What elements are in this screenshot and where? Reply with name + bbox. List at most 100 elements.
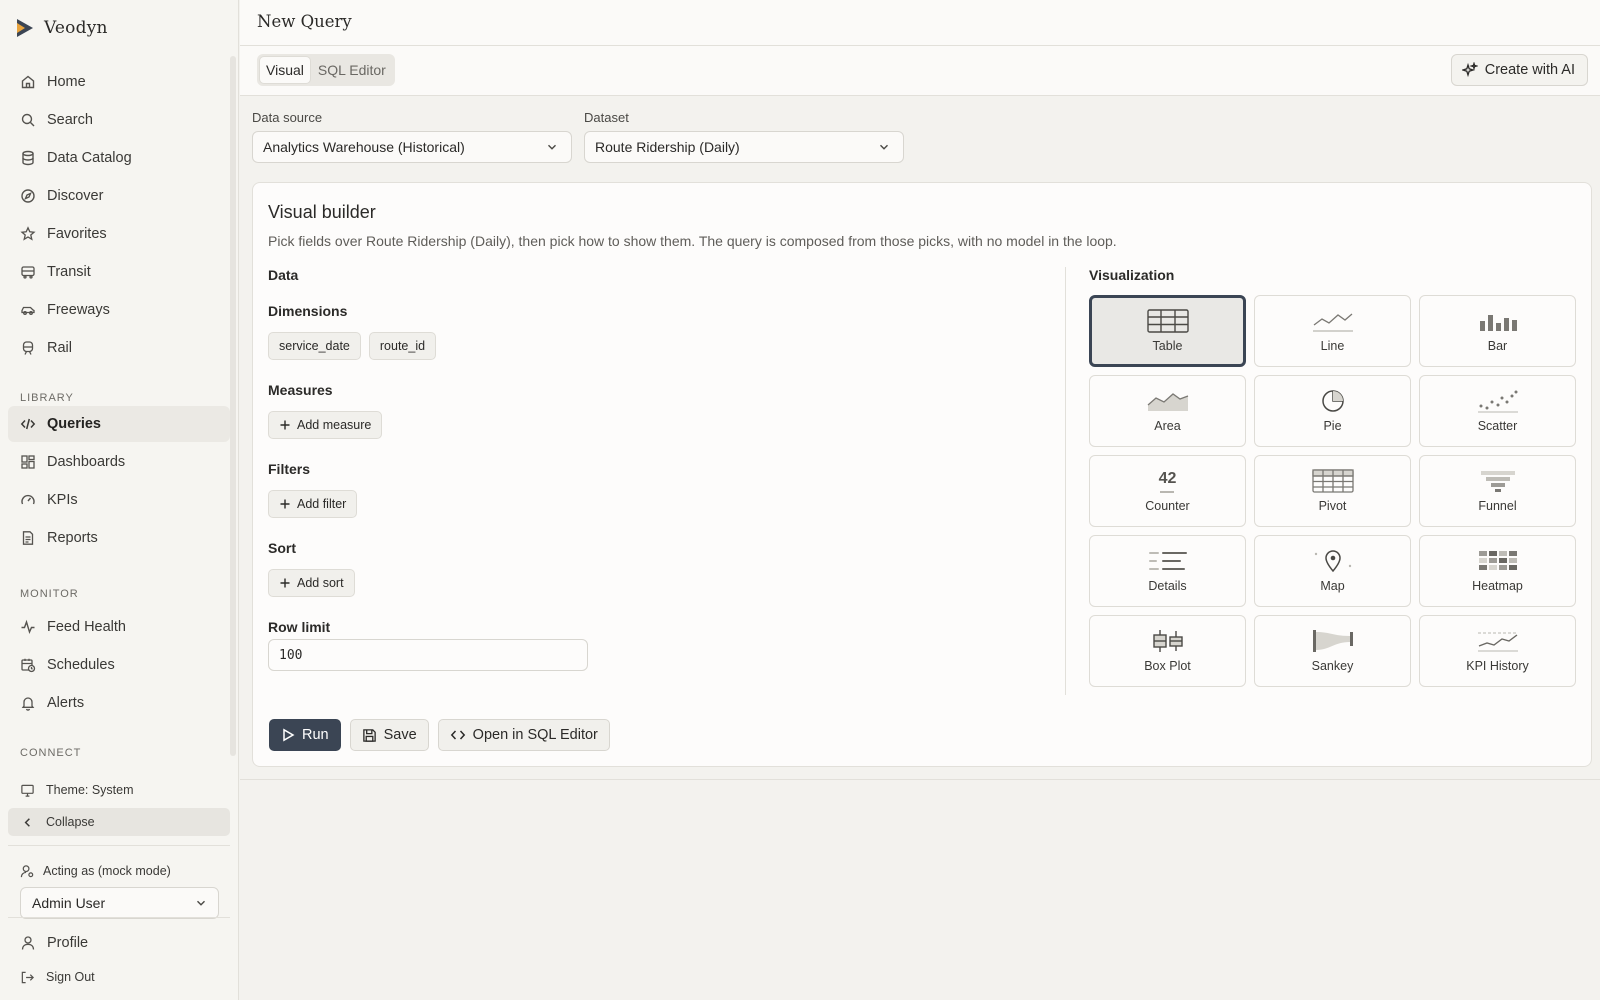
train-icon bbox=[20, 340, 36, 356]
query-mode-tabs: Visual SQL Editor bbox=[257, 54, 395, 86]
sidebar-item-favorites[interactable]: Favorites bbox=[8, 216, 230, 252]
sign-out-icon bbox=[20, 970, 35, 985]
dataset-field: Dataset Route Ridership (Daily) bbox=[584, 110, 904, 163]
sidebar-item-freeways[interactable]: Freeways bbox=[8, 292, 230, 328]
line-chart-icon bbox=[1312, 309, 1354, 333]
sidebar-scrollbar[interactable] bbox=[230, 56, 236, 756]
viz-option-table[interactable]: Table bbox=[1089, 295, 1246, 367]
viz-option-details[interactable]: Details bbox=[1089, 535, 1246, 607]
sidebar-divider-2 bbox=[8, 917, 230, 918]
counter-icon: 42 bbox=[1159, 470, 1176, 493]
sidebar-item-dashboards[interactable]: Dashboards bbox=[8, 444, 230, 480]
sidebar-item-alerts[interactable]: Alerts bbox=[8, 685, 230, 721]
report-icon bbox=[20, 530, 36, 546]
dimension-chips: service_date route_id bbox=[268, 332, 1028, 360]
tab-visual[interactable]: Visual bbox=[260, 57, 310, 83]
data-source-label: Data source bbox=[252, 110, 323, 125]
run-button[interactable]: Run bbox=[269, 719, 341, 751]
sign-out-button[interactable]: Sign Out bbox=[8, 962, 230, 992]
monitor-nav: Feed Health Schedules Alerts bbox=[8, 609, 230, 723]
sidebar-item-discover[interactable]: Discover bbox=[8, 178, 230, 214]
sidebar-item-schedules[interactable]: Schedules bbox=[8, 647, 230, 683]
dimension-chip[interactable]: route_id bbox=[368, 332, 437, 360]
sidebar-item-kpis[interactable]: KPIs bbox=[8, 482, 230, 518]
add-measure-button[interactable]: Add measure bbox=[268, 411, 383, 439]
sparkles-icon bbox=[1461, 62, 1478, 78]
viz-option-pivot[interactable]: Pivot bbox=[1254, 455, 1411, 527]
area-chart-icon bbox=[1147, 389, 1189, 413]
viz-option-kpi-history[interactable]: KPI History bbox=[1419, 615, 1576, 687]
viz-option-scatter[interactable]: Scatter bbox=[1419, 375, 1576, 447]
sidebar-item-queries[interactable]: Queries bbox=[8, 406, 230, 442]
calendar-clock-icon bbox=[20, 657, 36, 673]
section-label-monitor: MONITOR bbox=[20, 588, 79, 600]
bar-chart-icon bbox=[1477, 309, 1519, 333]
viz-option-area[interactable]: Area bbox=[1089, 375, 1246, 447]
viz-option-line[interactable]: Line bbox=[1254, 295, 1411, 367]
column-divider bbox=[1065, 267, 1066, 695]
brand[interactable]: Veodyn bbox=[14, 16, 108, 40]
acting-user-select[interactable]: Admin User bbox=[20, 887, 219, 919]
compass-icon bbox=[20, 188, 36, 204]
create-with-ai-button[interactable]: Create with AI bbox=[1450, 54, 1588, 86]
builder-title: Visual builder bbox=[268, 202, 376, 222]
data-column: Data Dimensions service_date route_id Me… bbox=[268, 267, 1028, 671]
filters-heading: Filters bbox=[268, 461, 311, 477]
table-icon bbox=[1146, 309, 1189, 333]
builder-description: Pick fields over Route Ridership (Daily)… bbox=[268, 233, 1117, 249]
logo-icon bbox=[14, 17, 36, 39]
kpi-history-icon bbox=[1477, 629, 1519, 653]
primary-nav: Home Search Data Catalog Discover Favori… bbox=[8, 64, 230, 368]
sort-section: Sort Add sort bbox=[268, 540, 1028, 597]
viz-option-bar[interactable]: Bar bbox=[1419, 295, 1576, 367]
gauge-icon bbox=[20, 492, 36, 508]
scatter-chart-icon bbox=[1477, 389, 1519, 413]
viz-option-pie[interactable]: Pie bbox=[1254, 375, 1411, 447]
tab-sql-editor[interactable]: SQL Editor bbox=[312, 57, 392, 83]
viz-option-box-plot[interactable]: Box Plot bbox=[1089, 615, 1246, 687]
home-icon bbox=[20, 74, 36, 90]
sidebar-item-rail[interactable]: Rail bbox=[8, 330, 230, 366]
viz-option-funnel[interactable]: Funnel bbox=[1419, 455, 1576, 527]
open-sql-editor-button[interactable]: Open in SQL Editor bbox=[437, 719, 610, 751]
dashboard-icon bbox=[20, 454, 36, 470]
add-sort-button[interactable]: Add sort bbox=[268, 569, 355, 597]
add-filter-button[interactable]: Add filter bbox=[268, 490, 358, 518]
sidebar-item-feed-health[interactable]: Feed Health bbox=[8, 609, 230, 645]
data-source-field: Data source Analytics Warehouse (Histori… bbox=[252, 110, 572, 163]
sidebar-item-transit[interactable]: Transit bbox=[8, 254, 230, 290]
row-limit-input[interactable]: 100 bbox=[268, 639, 588, 671]
sidebar-item-data-catalog[interactable]: Data Catalog bbox=[8, 140, 230, 176]
visualization-column: Visualization Table Line Bar Area Pie Sc… bbox=[1089, 267, 1577, 687]
data-source-select[interactable]: Analytics Warehouse (Historical) bbox=[252, 131, 572, 163]
sidebar-item-search[interactable]: Search bbox=[8, 102, 230, 138]
code-icon bbox=[20, 416, 36, 432]
sidebar-item-reports[interactable]: Reports bbox=[8, 520, 230, 556]
sidebar-item-profile[interactable]: Profile bbox=[8, 926, 230, 960]
sidebar-item-home[interactable]: Home bbox=[8, 64, 230, 100]
chevron-down-icon bbox=[194, 896, 208, 910]
dimension-chip[interactable]: service_date bbox=[268, 332, 361, 360]
brand-name: Veodyn bbox=[44, 18, 108, 38]
dataset-select[interactable]: Route Ridership (Daily) bbox=[584, 131, 904, 163]
monitor-icon bbox=[20, 783, 35, 798]
save-icon bbox=[362, 728, 377, 743]
viz-option-heatmap[interactable]: Heatmap bbox=[1419, 535, 1576, 607]
theme-toggle[interactable]: Theme: System bbox=[8, 776, 230, 804]
collapse-button[interactable]: Collapse bbox=[8, 808, 230, 836]
viz-option-map[interactable]: Map bbox=[1254, 535, 1411, 607]
acting-as-section: Acting as (mock mode) Admin User bbox=[8, 862, 230, 919]
section-label-library: LIBRARY bbox=[20, 392, 74, 404]
sort-heading: Sort bbox=[268, 540, 296, 556]
plus-icon bbox=[279, 498, 291, 510]
chevron-down-icon bbox=[877, 140, 891, 154]
dataset-label: Dataset bbox=[584, 110, 629, 125]
sankey-icon bbox=[1312, 629, 1354, 653]
measures-heading: Measures bbox=[268, 382, 333, 398]
viz-option-counter[interactable]: 42 Counter bbox=[1089, 455, 1246, 527]
user-icon bbox=[20, 935, 36, 951]
plus-icon bbox=[279, 577, 291, 589]
save-button[interactable]: Save bbox=[349, 719, 429, 751]
search-icon bbox=[20, 112, 36, 128]
viz-option-sankey[interactable]: Sankey bbox=[1254, 615, 1411, 687]
